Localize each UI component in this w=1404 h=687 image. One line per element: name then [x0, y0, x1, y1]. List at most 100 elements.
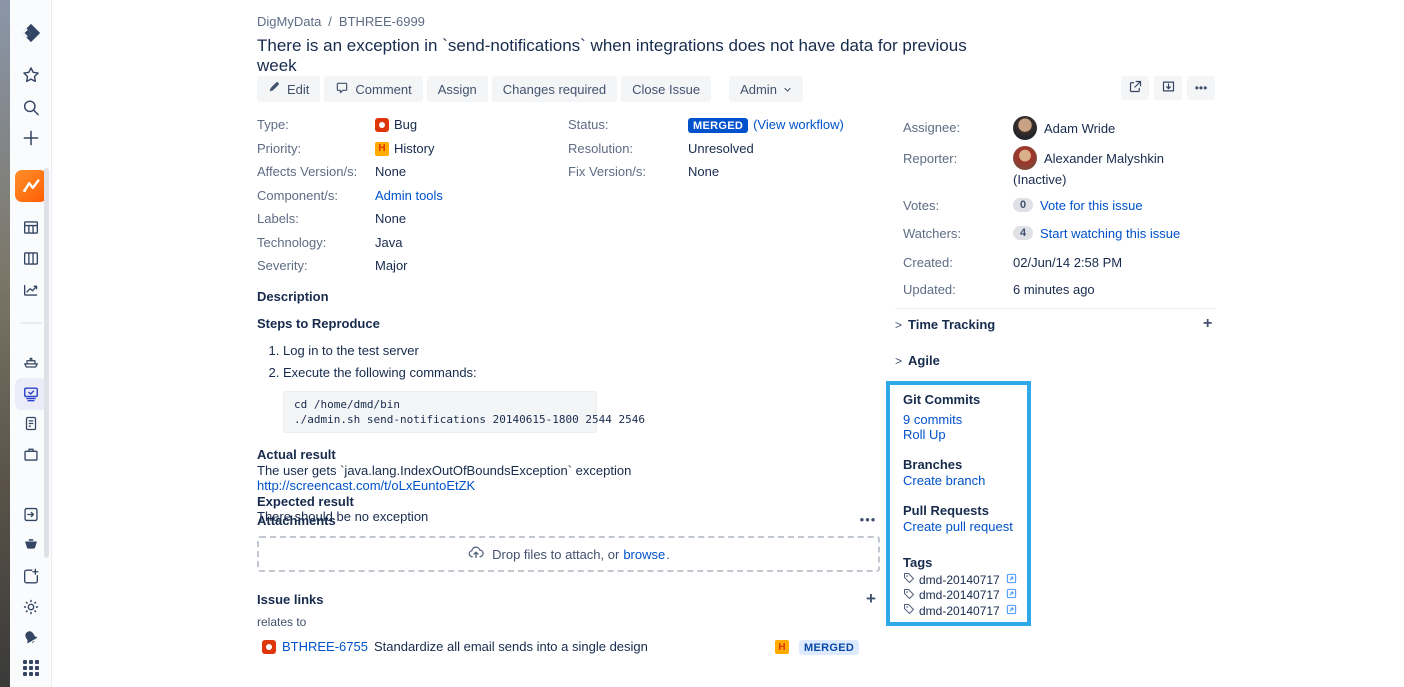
breadcrumb-project-link[interactable]: DigMyData	[257, 14, 321, 29]
more-horizontal-icon: •••	[1195, 81, 1208, 95]
description-heading: Description	[257, 289, 880, 304]
assignee-avatar[interactable]	[1013, 116, 1037, 140]
field-label-type: Type:	[257, 117, 375, 133]
close-issue-label: Close Issue	[632, 82, 700, 97]
notes-icon[interactable]	[22, 414, 40, 433]
description-section: Description Steps to Reproduce Log in to…	[257, 289, 880, 525]
commits-link[interactable]: 9 commits	[903, 412, 1027, 427]
linked-issue-key-link[interactable]: BTHREE-6755	[282, 639, 368, 654]
assign-button[interactable]: Assign	[427, 76, 488, 102]
comment-button[interactable]: Comment	[324, 76, 422, 102]
reporter-name[interactable]: Alexander Malyshkin	[1044, 151, 1164, 166]
export-icon	[1161, 79, 1176, 97]
field-label-affects-versions: Affects Version/s:	[257, 164, 375, 180]
chevron-right-icon: >	[895, 318, 902, 332]
tag-name: dmd-20140717	[919, 588, 1000, 603]
digmydata-app-logo[interactable]	[15, 170, 47, 202]
reports-chart-icon[interactable]	[21, 280, 40, 299]
rollup-link[interactable]: Roll Up	[903, 427, 1027, 442]
bucket-icon[interactable]	[21, 536, 40, 555]
sidebar-scrollbar[interactable]	[44, 168, 49, 558]
chevron-right-icon: >	[895, 354, 902, 368]
close-issue-button[interactable]: Close Issue	[621, 76, 711, 102]
breadcrumb-issue-link[interactable]: BTHREE-6999	[339, 14, 425, 29]
chevron-down-icon	[783, 82, 792, 97]
app-switcher-grid-icon[interactable]	[23, 660, 39, 676]
history-priority-icon: H	[775, 640, 789, 654]
field-value-fix-versions: None	[688, 164, 878, 180]
expected-result-text: There should be no exception	[257, 509, 880, 525]
create-pull-request-link[interactable]: Create pull request	[903, 519, 1027, 534]
comment-bubble-icon	[335, 81, 349, 98]
step-item: Execute the following commands:	[283, 365, 880, 381]
field-value-components: Admin tools	[375, 188, 557, 204]
browse-link[interactable]: browse	[623, 547, 665, 562]
agile-section-toggle[interactable]: > Agile	[895, 353, 940, 368]
fix-versions-text: None	[688, 164, 719, 180]
edit-button-label: Edit	[287, 82, 309, 97]
edit-button[interactable]: Edit	[257, 76, 320, 102]
tag-name: dmd-20140717	[919, 604, 1000, 619]
field-value-technology: Java	[375, 235, 557, 251]
changes-required-button[interactable]: Changes required	[492, 76, 617, 102]
field-value-priority: H History	[375, 141, 557, 157]
tags-heading: Tags	[903, 555, 1027, 570]
attachments-menu-button[interactable]: •••	[855, 510, 881, 528]
code-block: cd /home/dmd/bin ./admin.sh send-notific…	[283, 391, 597, 433]
releases-selected-icon[interactable]	[15, 378, 47, 410]
component-link[interactable]: Admin tools	[375, 188, 443, 204]
pull-requests-heading: Pull Requests	[903, 503, 1027, 518]
ship-icon[interactable]	[21, 352, 40, 371]
screencast-link[interactable]: http://screencast.com/t/oLxEuntoEtZK	[257, 478, 475, 493]
more-options-button[interactable]: •••	[1187, 76, 1215, 100]
issue-link-relation: relates to	[257, 615, 306, 629]
create-branch-link[interactable]: Create branch	[903, 473, 1027, 488]
actual-result-text: The user gets `java.lang.IndexOutOfBound…	[257, 463, 880, 479]
assignee-name[interactable]: Adam Wride	[1044, 121, 1115, 136]
bug-icon	[262, 640, 276, 654]
field-label-priority: Priority:	[257, 141, 375, 157]
sidebar-divider	[20, 322, 42, 324]
export-button[interactable]	[1154, 76, 1182, 100]
actual-result-block: Actual result The user gets `java.lang.I…	[257, 447, 880, 525]
view-workflow-link[interactable]: (View workflow)	[753, 117, 844, 133]
attachments-heading: Attachments	[257, 513, 336, 528]
vote-link[interactable]: Vote for this issue	[1040, 198, 1143, 213]
toolbox-icon[interactable]	[21, 445, 40, 464]
create-plus-icon[interactable]	[21, 128, 41, 148]
tag-icon	[903, 572, 915, 588]
bell-icon[interactable]	[21, 628, 41, 648]
created-value: 02/Jun/14 2:58 PM	[1013, 255, 1122, 270]
external-link-icon[interactable]	[1006, 604, 1017, 619]
time-tracking-section-toggle[interactable]: > Time Tracking	[895, 317, 995, 332]
settings-gear-icon[interactable]	[21, 597, 41, 617]
field-value-affects-versions: None	[375, 164, 557, 180]
board-icon[interactable]	[21, 218, 40, 237]
tag-name: dmd-20140717	[919, 573, 1000, 588]
watch-link[interactable]: Start watching this issue	[1040, 226, 1180, 241]
actual-result-heading: Actual result	[257, 447, 880, 463]
star-icon[interactable]	[21, 65, 41, 85]
linked-issue-row[interactable]: BTHREE-6755 Standardize all email sends …	[262, 639, 880, 657]
import-icon[interactable]	[21, 505, 40, 524]
columns-icon[interactable]	[21, 249, 40, 268]
external-link-icon[interactable]	[1006, 588, 1017, 603]
votes-count-badge: 0	[1013, 198, 1033, 212]
add-issue-link-button[interactable]: +	[866, 589, 876, 609]
add-time-tracking-button[interactable]: +	[1203, 315, 1212, 333]
attachments-dropzone[interactable]: Drop files to attach, or browse.	[257, 536, 880, 572]
details-fields-right: Status: MERGED (View workflow) Resolutio…	[568, 117, 878, 180]
comment-button-label: Comment	[355, 82, 411, 97]
jira-logo-icon[interactable]	[20, 22, 42, 44]
add-board-icon[interactable]	[21, 567, 40, 586]
reporter-avatar[interactable]	[1013, 146, 1037, 170]
admin-menu-button[interactable]: Admin	[729, 76, 803, 102]
desktop-edge	[0, 0, 10, 687]
search-icon[interactable]	[21, 98, 40, 117]
status-badge: MERGED	[688, 118, 748, 133]
external-link-icon[interactable]	[1006, 573, 1017, 588]
tag-icon	[903, 603, 915, 619]
jira-issue-screen: DigMyData / BTHREE-6999 There is an exce…	[0, 0, 1404, 687]
watchers-label: Watchers:	[903, 226, 961, 241]
share-button[interactable]	[1121, 76, 1149, 100]
